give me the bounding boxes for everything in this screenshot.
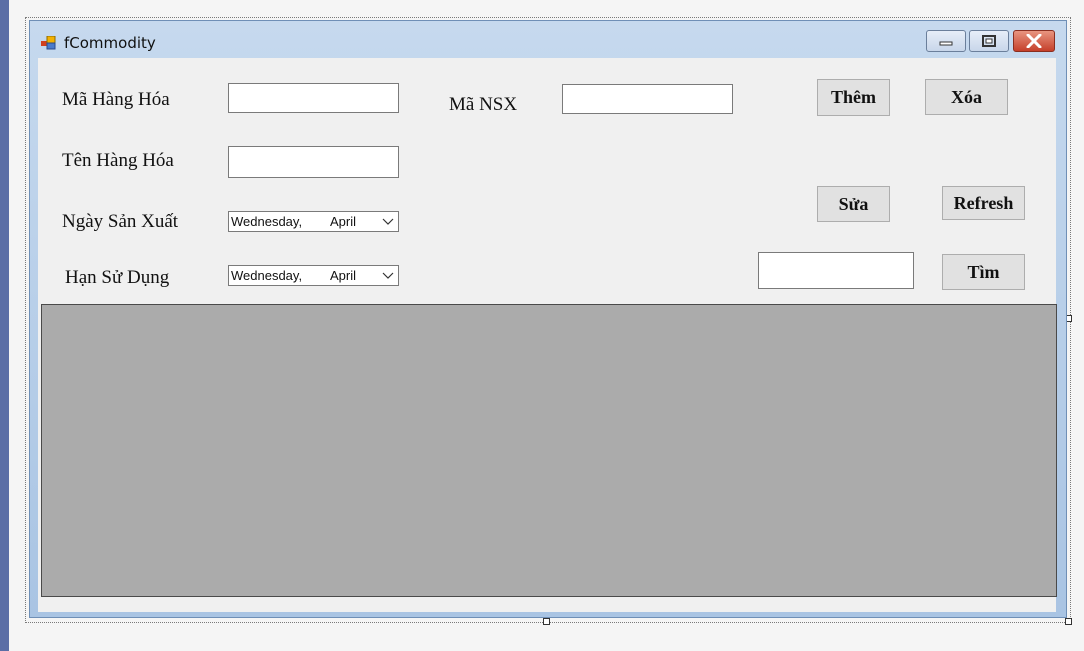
label-ma-hang-hoa: Mã Hàng Hóa [62, 89, 170, 110]
han-su-dung-month: April [330, 268, 357, 283]
minimize-button[interactable] [926, 30, 966, 52]
ma-nsx-input[interactable] [562, 84, 733, 114]
them-button[interactable]: Thêm [817, 79, 890, 116]
maximize-button[interactable] [969, 30, 1009, 52]
data-grid[interactable] [41, 304, 1057, 597]
refresh-button[interactable]: Refresh [942, 186, 1025, 220]
close-icon [1026, 34, 1042, 48]
label-ngay-san-xuat: Ngày Sản Xuất [62, 211, 179, 232]
minimize-icon [939, 41, 953, 46]
ngay-san-xuat-datepicker[interactable]: Wednesday, April [228, 211, 399, 232]
sua-button[interactable]: Sửa [817, 186, 890, 222]
form-window: fCommodity Mã Hàng Hóa Mã NSX Tên Hàng H… [29, 20, 1067, 618]
ma-hang-hoa-input[interactable] [228, 83, 399, 113]
han-su-dung-day: Wednesday, [231, 268, 303, 283]
close-button[interactable] [1013, 30, 1055, 52]
label-han-su-dung: Hạn Sử Dụng [65, 267, 170, 288]
ngay-san-xuat-day: Wednesday, [231, 214, 303, 229]
app-icon [41, 36, 56, 50]
chevron-down-icon[interactable] [382, 267, 394, 283]
xoa-button[interactable]: Xóa [925, 79, 1008, 115]
window-title: fCommodity [64, 34, 156, 52]
form-client-area: Mã Hàng Hóa Mã NSX Tên Hàng Hóa Ngày Sản… [38, 58, 1057, 612]
resize-handle-bottom-right[interactable] [1065, 618, 1072, 625]
label-ma-nsx: Mã NSX [449, 94, 518, 115]
search-input[interactable] [758, 252, 914, 289]
han-su-dung-datepicker[interactable]: Wednesday, April [228, 265, 399, 286]
ten-hang-hoa-input[interactable] [228, 146, 399, 178]
maximize-icon [982, 35, 996, 47]
label-ten-hang-hoa: Tên Hàng Hóa [62, 150, 174, 171]
resize-handle-bottom[interactable] [543, 618, 550, 625]
tim-button[interactable]: Tìm [942, 254, 1025, 290]
designer-left-strip [0, 0, 9, 651]
ngay-san-xuat-month: April [330, 214, 357, 229]
chevron-down-icon[interactable] [382, 213, 394, 229]
title-bar[interactable]: fCommodity [30, 21, 1066, 57]
